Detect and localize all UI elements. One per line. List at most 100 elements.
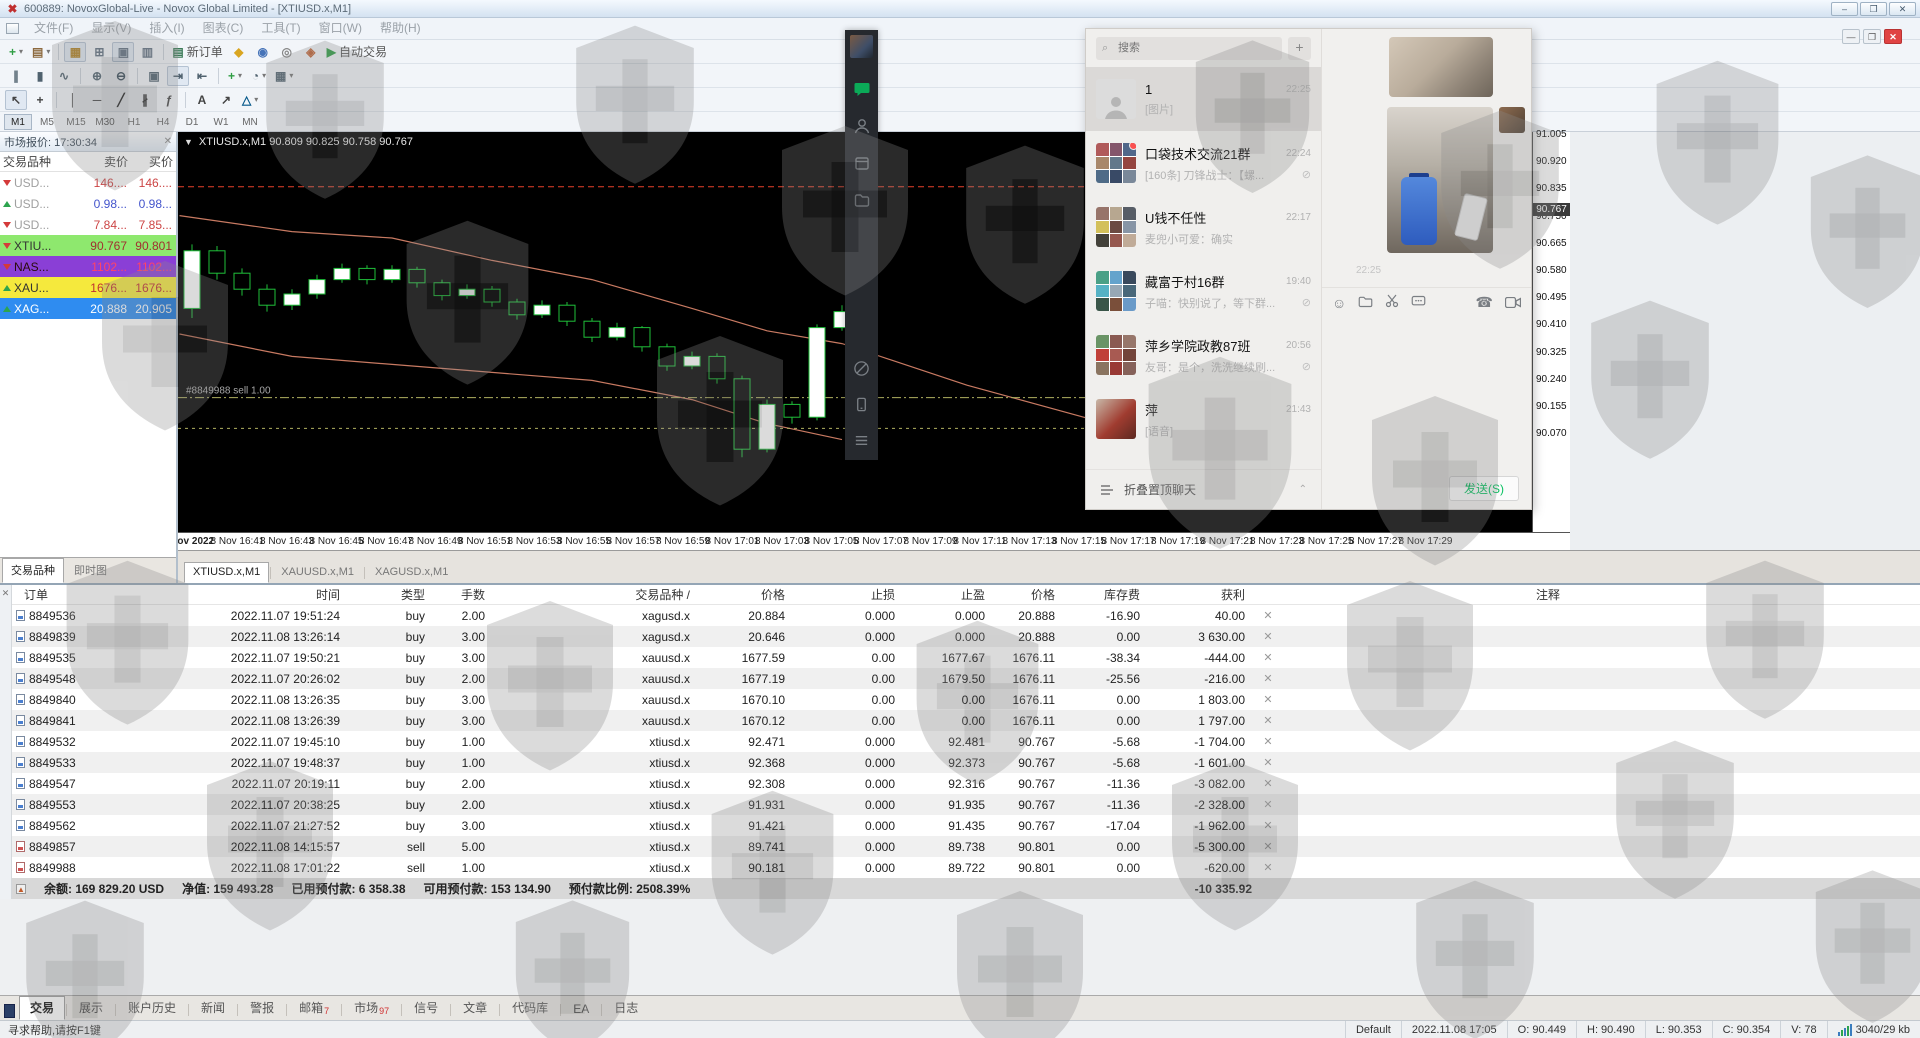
menu-item-3[interactable]: 图表(C) <box>194 21 253 35</box>
wechat-contacts-icon[interactable] <box>853 117 871 138</box>
close-order-button[interactable]: ✕ <box>1257 693 1279 706</box>
line-chart-button[interactable]: ∿ <box>53 66 75 86</box>
terminal-tab-9[interactable]: 代码库 <box>501 996 559 1020</box>
market-watch-row[interactable]: USD...0.98...0.98... <box>0 193 176 214</box>
orders-column-3[interactable]: 手数 <box>437 586 497 603</box>
close-order-button[interactable]: ✕ <box>1257 651 1279 664</box>
orders-column-8[interactable]: 价格 <box>997 586 1067 603</box>
market-watch-column-1[interactable]: 卖价 <box>86 153 131 170</box>
orders-column-2[interactable]: 类型 <box>352 586 437 603</box>
market-watch-row[interactable]: XTIU...90.76790.801 <box>0 235 176 256</box>
timeframe-d1-button[interactable]: D1 <box>178 114 206 130</box>
menu-item-6[interactable]: 帮助(H) <box>371 21 430 35</box>
market-watch-close-icon[interactable]: ✕ <box>164 136 172 147</box>
crosshair-button[interactable]: + <box>29 90 51 110</box>
mdi-restore-button[interactable]: ❐ <box>1863 29 1881 44</box>
arrow-tool-button[interactable]: ↗ <box>215 90 237 110</box>
wechat-files-icon[interactable] <box>853 191 871 212</box>
periods-button[interactable]: ◔▾ <box>248 66 270 86</box>
candlestick-chart-button[interactable]: ▮ <box>29 66 51 86</box>
timeframe-h1-button[interactable]: H1 <box>120 114 148 130</box>
menu-item-1[interactable]: 显示(V) <box>82 21 140 35</box>
terminal-tab-2[interactable]: 账户历史 <box>117 996 187 1020</box>
order-row[interactable]: 88495482022.11.07 20:26:02buy2.00xauusd.… <box>12 668 1920 689</box>
wechat-menu-icon[interactable] <box>853 432 870 452</box>
order-row[interactable]: 88498412022.11.08 13:26:39buy3.00xauusd.… <box>12 710 1920 731</box>
photo-message[interactable] <box>1389 37 1493 97</box>
close-order-button[interactable]: ✕ <box>1257 672 1279 685</box>
terminal-tab-1[interactable]: 展示 <box>68 996 114 1020</box>
market-watch-row[interactable]: XAU...1676...1676... <box>0 277 176 298</box>
timeframe-mn-button[interactable]: MN <box>236 114 264 130</box>
orders-column-9[interactable]: 库存费 <box>1067 586 1152 603</box>
close-order-button[interactable]: ✕ <box>1257 735 1279 748</box>
market-watch-tab-0[interactable]: 交易品种 <box>2 558 64 583</box>
order-row[interactable]: 88495622022.11.07 21:27:52buy3.00xtiusd.… <box>12 815 1920 836</box>
metaeditor-button[interactable]: ◈ <box>300 42 322 62</box>
order-row[interactable]: 88495362022.11.07 19:51:24buy2.00xagusd.… <box>12 605 1920 626</box>
navigator-button[interactable]: ▣ <box>112 42 134 62</box>
wechat-phone-icon[interactable] <box>853 396 870 416</box>
video-call-icon[interactable] <box>1505 295 1521 311</box>
screenshot-icon[interactable] <box>1385 294 1399 311</box>
market-watch-row[interactable]: USD...146....146.... <box>0 172 176 193</box>
menu-item-4[interactable]: 工具(T) <box>252 21 309 35</box>
chart-shift-button[interactable]: ⇤ <box>191 66 213 86</box>
search-input[interactable] <box>1096 37 1282 60</box>
chat-list-item[interactable]: 口袋技术交流21群22:24[160条] 刀锋战士：【螺...⊘ <box>1086 131 1321 195</box>
orders-column-4[interactable]: 交易品种 / <box>497 586 702 603</box>
terminal-tab-3[interactable]: 新闻 <box>190 996 236 1020</box>
order-row[interactable]: 88495322022.11.07 19:45:10buy1.00xtiusd.… <box>12 731 1920 752</box>
close-order-button[interactable]: ✕ <box>1257 714 1279 727</box>
timeframe-m15-button[interactable]: M15 <box>62 114 90 130</box>
chart-tab-1[interactable]: XAUUSD.x,M1 <box>272 562 363 583</box>
bar-chart-button[interactable]: ∥ <box>5 66 27 86</box>
timeframe-m30-button[interactable]: M30 <box>91 114 119 130</box>
mdi-minimize-button[interactable]: — <box>1842 29 1860 44</box>
trendline-button[interactable]: ╱ <box>110 90 132 110</box>
order-row[interactable]: 88498402022.11.08 13:26:35buy3.00xauusd.… <box>12 689 1920 710</box>
channel-button[interactable]: ∦ <box>134 90 156 110</box>
orders-column-1[interactable]: 时间 <box>162 586 352 603</box>
order-row[interactable]: 88499882022.11.08 17:01:22sell1.00xtiusd… <box>12 857 1920 878</box>
close-order-button[interactable]: ✕ <box>1257 840 1279 853</box>
order-row[interactable]: 88495332022.11.07 19:48:37buy1.00xtiusd.… <box>12 752 1920 773</box>
vertical-line-button[interactable]: │ <box>62 90 84 110</box>
market-watch-row[interactable]: NAS...1102...1102... <box>0 256 176 277</box>
terminal-tab-10[interactable]: EA <box>562 999 600 1020</box>
message-input[interactable] <box>1322 317 1531 475</box>
data-window-button[interactable]: ⊞ <box>88 42 110 62</box>
market-watch-row[interactable]: XAG...20.88820.905 <box>0 298 176 319</box>
status-profile[interactable]: Default <box>1345 1021 1401 1038</box>
orders-column-0[interactable]: 订单 <box>12 586 162 603</box>
templates-button[interactable]: ▦▾ <box>272 66 296 86</box>
close-order-button[interactable]: ✕ <box>1257 630 1279 643</box>
wechat-user-avatar[interactable] <box>850 35 873 58</box>
chat-list-item[interactable]: U钱不任性22:17麦兜小可爱：确实 <box>1086 195 1321 259</box>
terminal-button[interactable]: ▥ <box>136 42 158 62</box>
autotrading-button[interactable]: ▶自动交易 <box>324 42 390 62</box>
horizontal-line-button[interactable]: ─ <box>86 90 108 110</box>
menu-item-2[interactable]: 插入(I) <box>140 21 193 35</box>
zoom-in-button[interactable]: ⊕ <box>86 66 108 86</box>
chat-list-item[interactable]: 122:25[图片] <box>1086 67 1321 131</box>
indicators-button[interactable]: +▾ <box>224 66 246 86</box>
emoji-icon[interactable]: ☺ <box>1332 295 1346 311</box>
timeframe-m1-button[interactable]: M1 <box>4 114 32 130</box>
terminal-tab-11[interactable]: 日志 <box>603 996 649 1020</box>
timeframe-h4-button[interactable]: H4 <box>149 114 177 130</box>
terminal-tab-8[interactable]: 文章 <box>452 996 498 1020</box>
market-watch-row[interactable]: USD...7.84...7.85... <box>0 214 176 235</box>
wechat-favorites-icon[interactable] <box>853 154 871 175</box>
terminal-tab-7[interactable]: 信号 <box>403 996 449 1020</box>
add-chat-button[interactable]: + <box>1288 37 1311 60</box>
send-button[interactable]: 发送(S) <box>1449 476 1519 501</box>
terminal-tab-0[interactable]: 交易 <box>19 996 65 1020</box>
chat-list-item[interactable]: 藏富于村16群19:40子喵：快别说了，等下群...⊘ <box>1086 259 1321 323</box>
terminal-tab-5[interactable]: 邮箱7 <box>288 996 340 1020</box>
fibonacci-button[interactable]: ƒ <box>158 90 180 110</box>
close-order-button[interactable]: ✕ <box>1257 819 1279 832</box>
order-row[interactable]: 88498392022.11.08 13:26:14buy3.00xagusd.… <box>12 626 1920 647</box>
profiles-button[interactable]: ▤▾ <box>29 42 53 62</box>
chat-history-icon[interactable] <box>1411 295 1426 311</box>
